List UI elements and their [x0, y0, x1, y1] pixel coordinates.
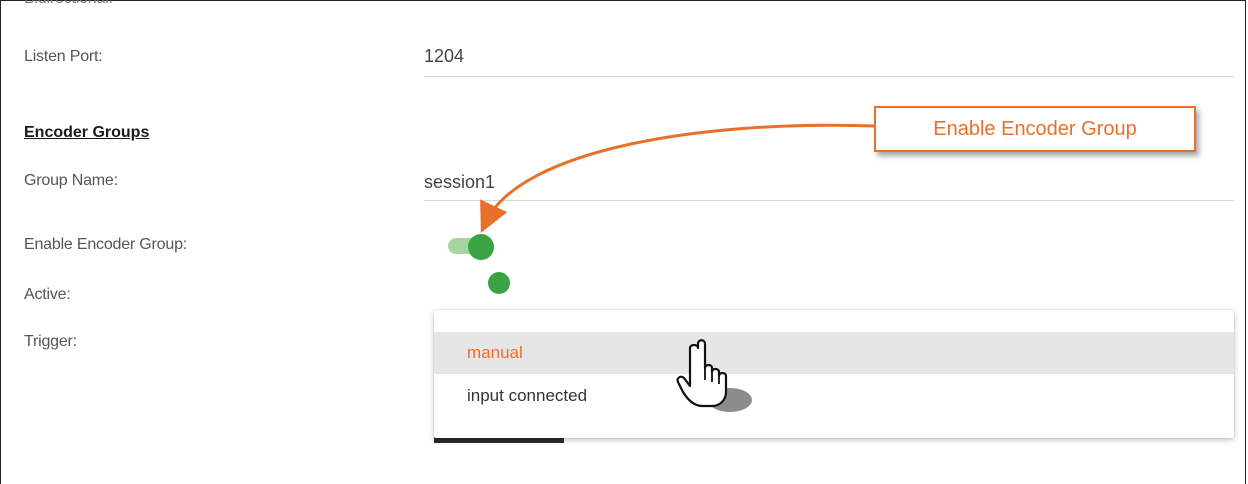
bidirectional-label: Bidirectional:	[24, 0, 113, 8]
group-name-underline	[424, 200, 1234, 201]
enable-encoder-group-label: Enable Encoder Group:	[24, 236, 188, 253]
group-name-field[interactable]: session1	[424, 172, 495, 193]
hand-pointer-icon	[676, 339, 752, 412]
dropdown-option-input-connected[interactable]: input connected	[434, 375, 1234, 417]
listen-port-label: Listen Port:	[24, 48, 103, 65]
dropdown-option-manual[interactable]: manual	[434, 332, 1234, 374]
listen-port-underline	[424, 76, 1234, 77]
enable-encoder-group-toggle[interactable]	[448, 234, 494, 260]
active-label: Active:	[24, 286, 71, 303]
trigger-dropdown-menu: manual input connected	[434, 310, 1234, 438]
active-status-indicator	[488, 272, 510, 294]
encoder-groups-heading: Encoder Groups	[24, 124, 150, 141]
group-name-label: Group Name:	[24, 172, 118, 189]
callout-enable-encoder-group: Enable Encoder Group	[874, 106, 1196, 152]
toggle-knob	[468, 234, 494, 260]
listen-port-field[interactable]: 1204	[424, 46, 464, 67]
trigger-label: Trigger:	[24, 333, 77, 350]
